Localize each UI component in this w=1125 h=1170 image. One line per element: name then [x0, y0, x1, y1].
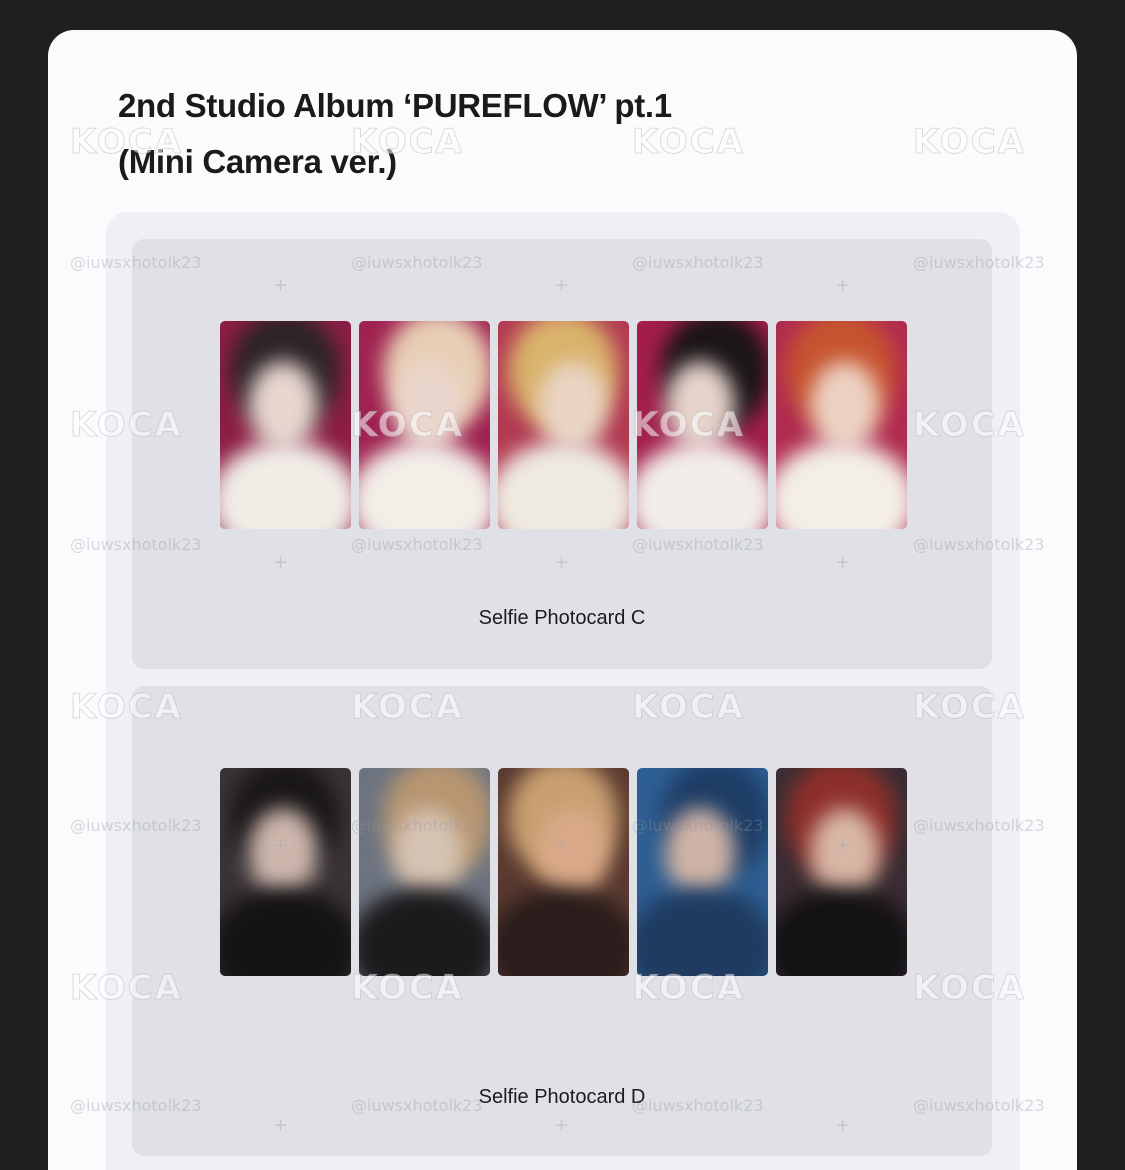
- photocard-image: [220, 321, 351, 529]
- koca-watermark: KOCA: [913, 122, 1026, 163]
- photocard-image: [359, 768, 490, 976]
- title-line-1: 2nd Studio Album ‘PUREFLOW’ pt.1: [118, 87, 672, 124]
- photocard-image: [220, 768, 351, 976]
- section-label-c: Selfie Photocard C: [478, 607, 646, 629]
- photocard-section-c: Selfie Photocard C: [132, 239, 992, 669]
- photocard-image: [637, 321, 768, 529]
- photocard-section-d: Selfie Photocard D: [132, 686, 992, 1156]
- photocard-image: [498, 321, 629, 529]
- photocard-row-c: [220, 321, 907, 529]
- photocard-image: [637, 768, 768, 976]
- section-label-d: Selfie Photocard D: [478, 1086, 646, 1108]
- album-page: 2nd Studio Album ‘PUREFLOW’ pt.1 (Mini C…: [48, 30, 1077, 1170]
- photocard-image: [776, 768, 907, 976]
- page-title: 2nd Studio Album ‘PUREFLOW’ pt.1 (Mini C…: [118, 78, 672, 190]
- title-line-2: (Mini Camera ver.): [118, 143, 397, 180]
- photocard-image: [498, 768, 629, 976]
- photocard-image: [359, 321, 490, 529]
- photocard-image: [776, 321, 907, 529]
- photocard-row-d: [220, 768, 907, 976]
